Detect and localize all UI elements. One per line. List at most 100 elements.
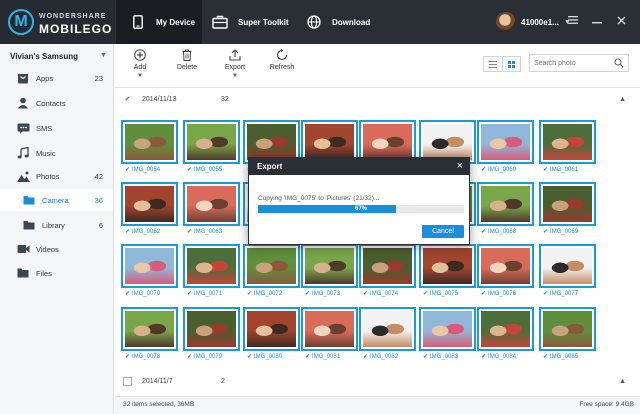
photo-frame[interactable] bbox=[121, 120, 178, 164]
photo-checkbox[interactable]: ✔ bbox=[363, 291, 368, 297]
photo-thumbnail[interactable]: ✔ IMG_0076 bbox=[477, 244, 534, 300]
photo-frame[interactable] bbox=[477, 244, 534, 288]
photo-thumbnail[interactable]: ✔ IMG_0073 bbox=[301, 244, 358, 300]
search-input[interactable] bbox=[530, 55, 610, 71]
photo-thumbnail[interactable]: ✔ IMG_0069 bbox=[539, 182, 596, 238]
photo-checkbox[interactable]: ✔ bbox=[481, 229, 486, 235]
chevron-up-icon[interactable]: ▲ bbox=[619, 378, 626, 385]
menu-icon[interactable] bbox=[568, 14, 578, 26]
photo-thumbnail[interactable]: ✔ IMG_0071 bbox=[183, 244, 240, 300]
sidebar-item-library[interactable]: Library 6 bbox=[0, 214, 113, 236]
photo-thumbnail[interactable]: ✔ IMG_0055 bbox=[183, 120, 240, 176]
photo-checkbox[interactable]: ✔ bbox=[305, 291, 310, 297]
photo-frame[interactable] bbox=[183, 120, 240, 164]
photo-checkbox[interactable]: ✔ bbox=[363, 354, 368, 360]
photo-checkbox[interactable]: ✔ bbox=[125, 167, 130, 173]
photo-frame[interactable] bbox=[183, 182, 240, 226]
photo-frame[interactable] bbox=[121, 244, 178, 288]
tab-download[interactable]: Download bbox=[304, 0, 384, 44]
sidebar-item-music[interactable]: Music bbox=[0, 142, 113, 164]
photo-checkbox[interactable]: ✔ bbox=[247, 291, 252, 297]
photo-frame[interactable] bbox=[359, 244, 416, 288]
photo-thumbnail[interactable]: ✔ IMG_0077 bbox=[539, 244, 596, 300]
photo-checkbox[interactable]: ✔ bbox=[543, 167, 548, 173]
photo-thumbnail[interactable]: ✔ IMG_0081 bbox=[301, 307, 358, 363]
photo-checkbox[interactable]: ✔ bbox=[187, 354, 192, 360]
photo-thumbnail[interactable]: ✔ IMG_0072 bbox=[243, 244, 300, 300]
photo-frame[interactable] bbox=[477, 182, 534, 226]
photo-checkbox[interactable]: ✔ bbox=[305, 354, 310, 360]
tab-super-toolkit[interactable]: Super Toolkit bbox=[206, 0, 298, 44]
photo-frame[interactable] bbox=[419, 307, 476, 351]
refresh-button[interactable]: Refresh bbox=[262, 48, 302, 71]
export-button[interactable]: Export ▼ bbox=[215, 48, 255, 79]
add-button[interactable]: Add ▼ bbox=[120, 48, 160, 79]
cancel-button[interactable]: Cancel bbox=[422, 225, 464, 238]
group-header[interactable]: 2014/11/7 2 ▲ bbox=[115, 372, 640, 390]
photo-frame[interactable] bbox=[539, 182, 596, 226]
photo-thumbnail[interactable]: ✔ IMG_0084 bbox=[477, 307, 534, 363]
photo-checkbox[interactable]: ✔ bbox=[481, 354, 486, 360]
sidebar-item-sms[interactable]: SMS bbox=[0, 117, 113, 139]
photo-thumbnail[interactable]: ✔ IMG_0078 bbox=[121, 307, 178, 363]
photo-thumbnail[interactable]: ✔ IMG_0062 bbox=[121, 182, 178, 238]
photo-frame[interactable] bbox=[183, 244, 240, 288]
photo-checkbox[interactable]: ✔ bbox=[125, 229, 130, 235]
photo-frame[interactable] bbox=[359, 307, 416, 351]
photo-thumbnail[interactable]: ✔ IMG_0070 bbox=[121, 244, 178, 300]
photo-thumbnail[interactable]: ✔ IMG_0054 bbox=[121, 120, 178, 176]
photo-frame[interactable] bbox=[243, 307, 300, 351]
close-icon[interactable]: × bbox=[457, 160, 463, 172]
photo-thumbnail[interactable]: ✔ IMG_0075 bbox=[419, 244, 476, 300]
photo-thumbnail[interactable]: ✔ IMG_0085 bbox=[539, 307, 596, 363]
chevron-down-icon[interactable]: ▼ bbox=[120, 73, 160, 79]
photo-checkbox[interactable]: ✔ bbox=[543, 229, 548, 235]
photo-thumbnail[interactable]: ✔ IMG_0063 bbox=[183, 182, 240, 238]
photo-frame[interactable] bbox=[477, 120, 534, 164]
photo-checkbox[interactable]: ✔ bbox=[423, 291, 428, 297]
photo-frame[interactable] bbox=[121, 307, 178, 351]
photo-checkbox[interactable]: ✔ bbox=[125, 354, 130, 360]
photo-checkbox[interactable]: ✔ bbox=[481, 167, 486, 173]
photo-frame[interactable] bbox=[419, 244, 476, 288]
photo-checkbox[interactable]: ✔ bbox=[481, 291, 486, 297]
sidebar-item-apps[interactable]: Apps 23 bbox=[0, 67, 113, 89]
photo-frame[interactable] bbox=[539, 120, 596, 164]
photo-frame[interactable] bbox=[301, 307, 358, 351]
photo-thumbnail[interactable]: ✔ IMG_0080 bbox=[243, 307, 300, 363]
photo-checkbox[interactable]: ✔ bbox=[187, 291, 192, 297]
tab-my-device[interactable]: My Device bbox=[116, 0, 202, 44]
photo-checkbox[interactable]: ✔ bbox=[423, 354, 428, 360]
grid-view-icon[interactable] bbox=[502, 57, 520, 71]
photo-frame[interactable] bbox=[301, 244, 358, 288]
photo-frame[interactable] bbox=[539, 307, 596, 351]
photo-frame[interactable] bbox=[539, 244, 596, 288]
group-header[interactable]: ✔ 2014/11/13 32 ▲ bbox=[115, 90, 640, 108]
user-account-menu[interactable]: 41000e1... ▼ bbox=[496, 12, 571, 32]
photo-thumbnail[interactable]: ✔ IMG_0079 bbox=[183, 307, 240, 363]
sidebar-item-videos[interactable]: Videos bbox=[0, 238, 113, 260]
photo-checkbox[interactable]: ✔ bbox=[543, 291, 548, 297]
group-checkbox[interactable]: ✔ bbox=[123, 95, 132, 104]
sidebar-item-photos[interactable]: Photos 42 bbox=[0, 165, 113, 187]
photo-frame[interactable] bbox=[121, 182, 178, 226]
photo-thumbnail[interactable]: ✔ IMG_0060 bbox=[477, 120, 534, 176]
photo-frame[interactable] bbox=[477, 307, 534, 351]
photo-thumbnail[interactable]: ✔ IMG_0082 bbox=[359, 307, 416, 363]
photo-checkbox[interactable]: ✔ bbox=[187, 167, 192, 173]
chevron-down-icon[interactable]: ▼ bbox=[215, 73, 255, 79]
photo-frame[interactable] bbox=[243, 244, 300, 288]
sidebar-item-camera[interactable]: Camera 36 bbox=[0, 189, 113, 211]
delete-button[interactable]: Delete bbox=[167, 48, 207, 71]
search-icon[interactable] bbox=[614, 58, 624, 70]
device-name[interactable]: Vivian's Samsung bbox=[10, 52, 78, 61]
photo-thumbnail[interactable]: ✔ IMG_0083 bbox=[419, 307, 476, 363]
sidebar-item-files[interactable]: Files bbox=[0, 262, 113, 284]
photo-checkbox[interactable]: ✔ bbox=[125, 291, 130, 297]
chevron-up-icon[interactable]: ▲ bbox=[619, 96, 626, 103]
sidebar-item-contacts[interactable]: Contacts bbox=[0, 92, 113, 114]
photo-checkbox[interactable]: ✔ bbox=[247, 354, 252, 360]
photo-thumbnail[interactable]: ✔ IMG_0061 bbox=[539, 120, 596, 176]
photo-checkbox[interactable]: ✔ bbox=[543, 354, 548, 360]
photo-thumbnail[interactable]: ✔ IMG_0074 bbox=[359, 244, 416, 300]
